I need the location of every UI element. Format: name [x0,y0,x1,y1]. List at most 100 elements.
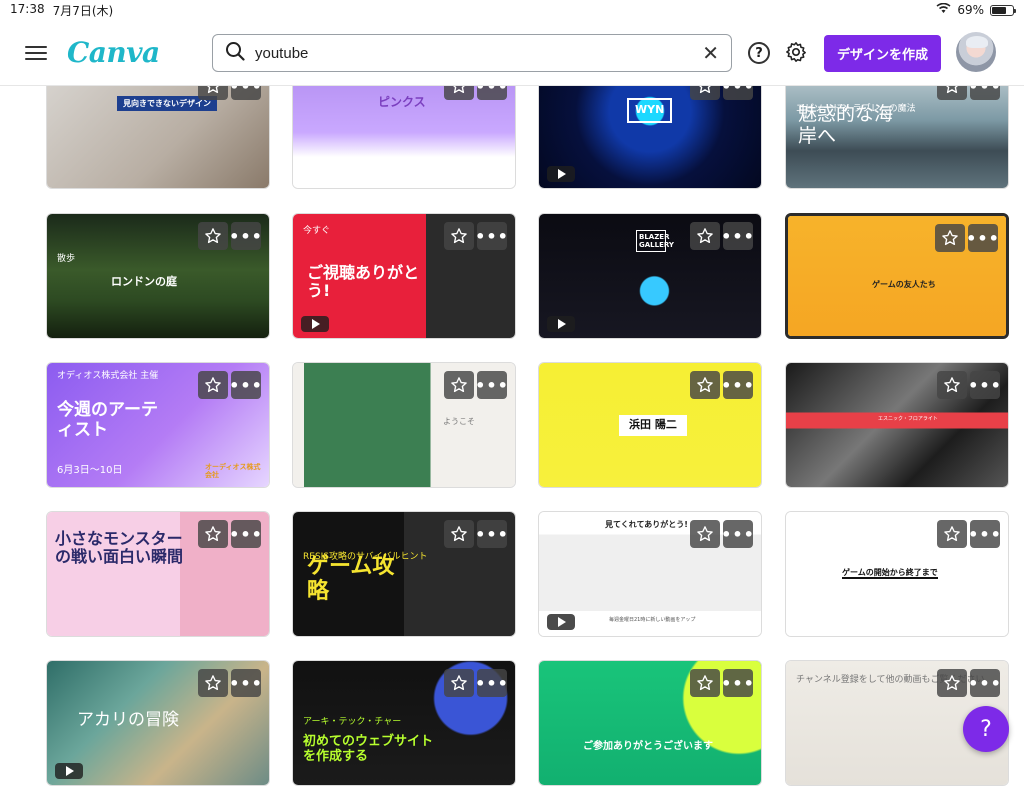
card-actions: ••• [198,520,262,548]
clear-search-icon[interactable]: ✕ [702,43,719,63]
avatar[interactable] [956,32,996,72]
template-title: アカリの冒険 [77,710,179,730]
template-subtitle: 今すぐ [303,226,331,236]
star-icon[interactable] [444,520,474,548]
template-card[interactable]: BLAZER GALLERY ••• [538,213,762,339]
star-icon[interactable] [444,222,474,250]
template-title: エスニック・フロアライト [878,416,938,422]
video-play-icon [55,763,83,779]
template-card[interactable]: 浜田 陽二 ••• [538,362,762,488]
app-header: Canva ✕ ? デザインを作成 [0,20,1024,86]
template-card[interactable]: アーキ・テック・チャー初めてのウェブサイトを作成する ••• [292,660,516,786]
card-actions: ••• [198,669,262,697]
card-actions: ••• [444,222,508,250]
template-title: 初めてのウェブサイトを作成する [303,734,434,764]
template-card[interactable]: ご参加ありがとうございます ••• [538,660,762,786]
template-footer: 毎週金曜日21時に新しい動画をアップ [609,617,696,623]
more-options-icon[interactable]: ••• [229,222,262,250]
card-actions: ••• [444,371,508,399]
template-title: ゲームの開始から終了まで [842,568,938,580]
menu-icon[interactable] [25,45,47,60]
template-card[interactable]: ゲームの開始から終了まで ••• [785,511,1009,637]
template-card[interactable]: 見てくれてありがとう! 毎週金曜日21時に新しい動画をアップ ••• [538,511,762,637]
star-icon[interactable] [937,520,967,548]
card-actions: ••• [444,520,508,548]
more-options-icon[interactable]: ••• [968,669,1001,697]
star-icon[interactable] [690,371,720,399]
card-actions: ••• [444,669,508,697]
template-card[interactable]: アカリの冒険 ••• [46,660,270,786]
card-actions: ••• [935,224,999,252]
gear-icon[interactable] [785,41,807,67]
template-card[interactable]: 今すぐ ご視聴ありがとう! ••• [292,213,516,339]
floating-help-button[interactable]: ? [963,706,1009,752]
more-options-icon[interactable]: ••• [721,520,754,548]
star-icon[interactable] [444,371,474,399]
star-icon[interactable] [198,222,228,250]
video-play-icon [301,316,329,332]
search-input[interactable] [255,44,703,62]
card-actions: ••• [937,371,1001,399]
card-actions: ••• [690,371,754,399]
more-options-icon[interactable]: ••• [475,520,508,548]
create-design-button[interactable]: デザインを作成 [824,35,941,72]
help-icon[interactable]: ? [748,42,770,64]
template-card[interactable]: オディオス株式会社 主催今週のアーティスト 6月3日〜10日 オーディオス株式会社 •… [46,362,270,488]
template-title: 見てくれてありがとう! [605,520,688,529]
star-icon[interactable] [198,520,228,548]
template-title: ようこそ [443,417,475,426]
template-title: ピンクス [378,95,426,109]
video-play-icon [547,166,575,182]
star-icon[interactable] [937,371,967,399]
template-brand: オーディオス株式会社 [205,463,261,480]
more-options-icon[interactable]: ••• [475,669,508,697]
more-options-icon[interactable]: ••• [229,520,262,548]
video-play-icon [547,614,575,630]
search-icon [225,41,245,65]
more-options-icon[interactable]: ••• [968,520,1001,548]
template-title: ゲーム攻略 [307,554,395,605]
template-date: 6月3日〜10日 [57,465,123,476]
card-actions: ••• [198,222,262,250]
card-actions: ••• [937,520,1001,548]
more-options-icon[interactable]: ••• [721,371,754,399]
more-options-icon[interactable]: ••• [721,222,754,250]
card-actions: ••• [937,669,1001,697]
template-card[interactable]: 小さなモンスターの戦い面白い瞬間 ••• [46,511,270,637]
star-icon[interactable] [690,669,720,697]
search-bar[interactable]: ✕ [212,34,732,72]
card-actions: ••• [198,371,262,399]
template-grid: 見向きできないデザイン ••• ピンクス ••• WYN ••• エピソード3: ラブレーの… [0,0,1024,786]
canva-logo[interactable]: Canva [67,36,160,69]
template-title: BLAZER GALLERY [636,230,674,253]
more-options-icon[interactable]: ••• [721,669,754,697]
more-options-icon[interactable]: ••• [229,669,262,697]
template-card[interactable]: 散歩ロンドンの庭 ••• [46,213,270,339]
template-title: 浜田 陽二 [619,415,687,436]
template-card[interactable]: RESIS攻略のサバイバルヒント ゲーム攻略 ••• [292,511,516,637]
template-card[interactable]: ようこそ ••• [292,362,516,488]
template-title: WYN [627,98,673,123]
template-title: 小さなモンスターの戦い面白い瞬間 [55,529,184,567]
star-icon[interactable] [937,669,967,697]
more-options-icon[interactable]: ••• [475,371,508,399]
template-card[interactable]: ゲームの友人たち ••• [785,213,1009,339]
more-options-icon[interactable]: ••• [229,371,262,399]
template-subtitle: オディオス株式会社 主催 [57,371,159,381]
star-icon[interactable] [444,669,474,697]
video-play-icon [547,316,575,332]
more-options-icon[interactable]: ••• [475,222,508,250]
more-options-icon[interactable]: ••• [968,371,1001,399]
template-title: ご参加ありがとうございます [583,741,713,752]
star-icon[interactable] [690,222,720,250]
template-title: 今週のアーティスト [57,400,158,440]
template-card[interactable]: エスニック・フロアライト ••• [785,362,1009,488]
template-title: ロンドンの庭 [111,275,177,288]
star-icon[interactable] [935,224,965,252]
more-options-icon[interactable]: ••• [966,224,999,252]
template-subtitle: 散歩 [57,254,76,264]
star-icon[interactable] [690,520,720,548]
template-subtitle: アーキ・テック・チャー [303,717,402,727]
star-icon[interactable] [198,669,228,697]
star-icon[interactable] [198,371,228,399]
